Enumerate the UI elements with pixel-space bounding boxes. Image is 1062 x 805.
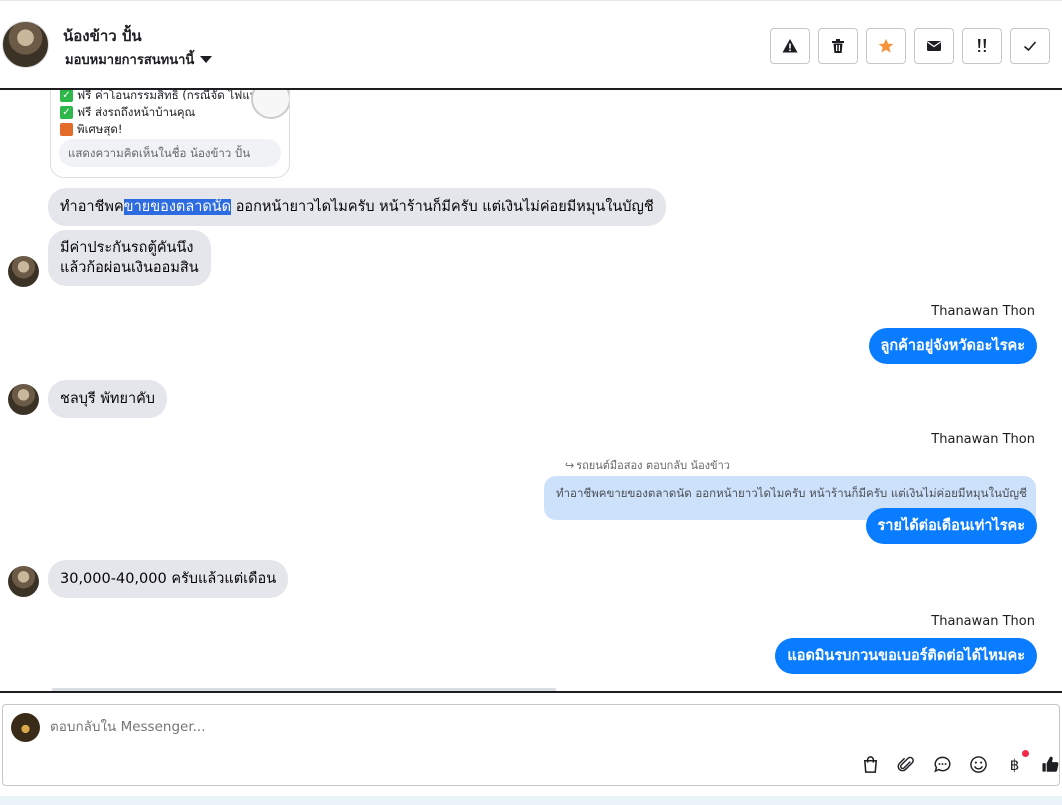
composer-divider: [0, 691, 1062, 693]
follow-up-button[interactable]: [962, 28, 1002, 64]
assign-conversation-dropdown[interactable]: มอบหมายการสนทนานี้: [65, 49, 213, 70]
delete-button[interactable]: [818, 28, 858, 64]
shared-post-card[interactable]: ✓ ฟรี ค่าโอนกรรมสิทธิ์ (กรณีจัด ไฟแน ✓ ฟรี…: [50, 90, 290, 178]
baht-symbol: ฿: [1009, 755, 1020, 774]
shopping-bag-icon[interactable]: [859, 753, 882, 776]
message-composer: ฿: [2, 704, 1060, 786]
message-text: ทำอาชีพค: [60, 199, 124, 215]
notification-dot: [1022, 750, 1029, 757]
message-thread[interactable]: ✓ ฟรี ค่าโอนกรรมสิทธิ์ (กรณีจัด ไฟแน ✓ ฟรี…: [0, 90, 1062, 691]
warning-icon: [782, 39, 798, 53]
trash-icon: [832, 39, 844, 53]
post-line: พิเศษสุด!: [51, 121, 289, 138]
check-icon: [1023, 41, 1037, 52]
post-text: พิเศษสุด!: [77, 121, 123, 136]
message-text: ออกหน้ายาวไดไมครับ หน้าร้านก็มีครับ แต่เ…: [231, 199, 654, 215]
star-icon: [878, 38, 894, 53]
inbox-conversation: น้องข้าว ปั้น มอบหมายการสนทนานี้ ✓ ฟรี ค…: [0, 0, 1062, 805]
thumbs-up-icon[interactable]: [1039, 753, 1062, 776]
composer-toolbar: ฿: [859, 750, 1062, 776]
sender-name: Thanawan Thon: [931, 432, 1035, 447]
contact-avatar-small: [8, 566, 39, 597]
mark-unread-button[interactable]: [914, 28, 954, 64]
baht-icon[interactable]: ฿: [1003, 750, 1029, 776]
assign-label: มอบหมายการสนทนานี้: [65, 53, 195, 68]
bottom-strip: [0, 796, 1062, 805]
message-text: แล้วก้อผ่อนเงินออมสิน: [60, 260, 199, 276]
conversation-header: น้องข้าว ปั้น มอบหมายการสนทนานี้: [0, 0, 1062, 90]
reply-context-text: รถยนต์มือสอง ตอบกลับ น้องข้าว: [576, 459, 730, 472]
incoming-message[interactable]: มีค่าประกันรถตู้คันนึง แล้วก้อผ่อนเงินออ…: [48, 230, 211, 286]
incoming-message[interactable]: ทำอาชีพคขายของตลาดนัด ออกหน้ายาวไดไมครับ…: [48, 188, 666, 226]
contact-avatar[interactable]: [2, 21, 49, 68]
sender-name: Thanawan Thon: [931, 614, 1035, 629]
paperclip-icon[interactable]: [895, 753, 918, 776]
checkmark-icon: ✓: [60, 106, 73, 119]
star-button[interactable]: [866, 28, 906, 64]
checkmark-icon: ✓: [60, 90, 73, 102]
incoming-message[interactable]: 30,000-40,000 ครับแล้วแต่เดือน: [48, 560, 289, 598]
report-spam-button[interactable]: [770, 28, 810, 64]
contact-avatar-small: [8, 256, 39, 287]
post-text: ฟรี ค่าโอนกรรมสิทธิ์ (กรณีจัด ไฟแน: [77, 90, 258, 102]
incoming-message[interactable]: ชลบุรี พัทยาคับ: [48, 380, 167, 418]
sender-name: Thanawan Thon: [931, 304, 1035, 319]
outgoing-message[interactable]: รายได้ต่อเดือนเท่าไรคะ: [865, 508, 1037, 544]
gift-icon: [60, 123, 73, 136]
outgoing-message[interactable]: ลูกค้าอยู่จังหวัดอะไรคะ: [868, 328, 1037, 364]
reply-context: ↪ รถยนต์มือสอง ตอบกลับ น้องข้าว: [565, 456, 730, 474]
flag-priority-icon: [978, 39, 986, 52]
page-avatar: [11, 713, 40, 742]
done-button[interactable]: [1010, 28, 1050, 64]
contact-name[interactable]: น้องข้าว ปั้น: [63, 24, 142, 48]
saved-reply-icon[interactable]: [931, 753, 954, 776]
contact-avatar-small: [8, 384, 39, 415]
selected-text: ขายของตลาดนัด: [123, 199, 232, 215]
post-comment-input[interactable]: แสดงความคิดเห็นในชื่อ น้องข้าว ปั้น: [59, 139, 281, 167]
reply-input[interactable]: [50, 719, 750, 735]
post-text: ฟรี ส่งรถถึงหน้าบ้านคุณ: [77, 104, 196, 119]
reply-arrow-icon: ↪: [565, 458, 575, 472]
outgoing-message[interactable]: แอดมินรบกวนขอเบอร์ติดต่อได้ไหมคะ: [775, 638, 1037, 674]
envelope-icon: [927, 41, 941, 51]
message-text: มีค่าประกันรถตู้คันนึง: [60, 240, 194, 256]
header-actions: [770, 28, 1050, 64]
caret-down-icon: [200, 56, 213, 63]
emoji-icon[interactable]: [967, 753, 990, 776]
